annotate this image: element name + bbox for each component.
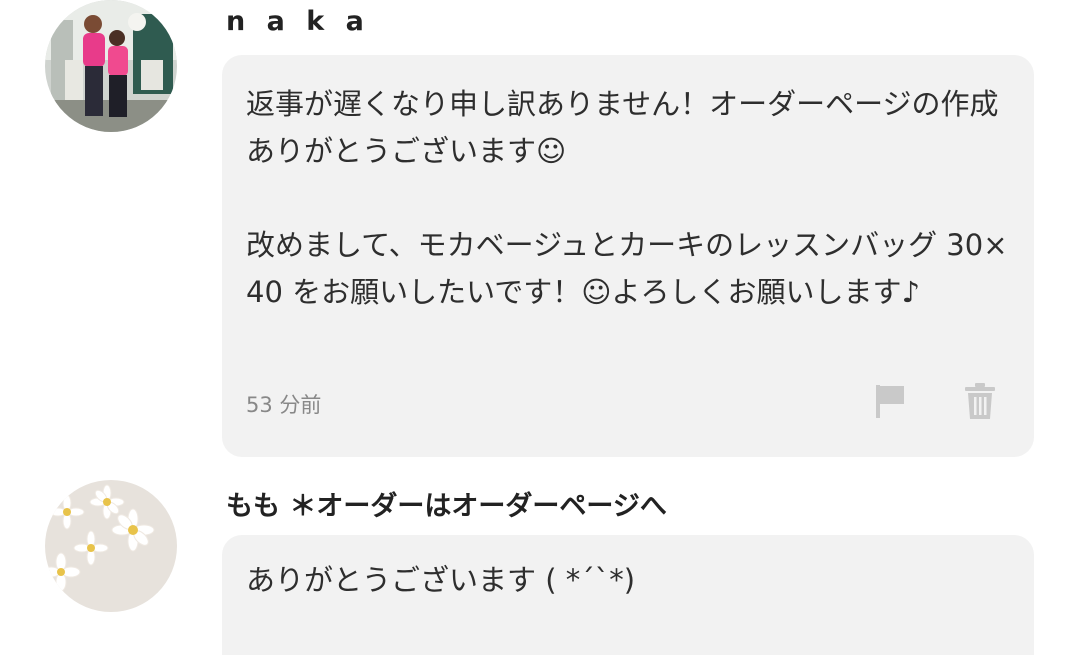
username[interactable]: もも ＊オーダーはオーダーページへ [226,484,667,523]
comment-bubble: 返事が遅くなり申し訳ありません！オーダーページの作成ありがとうございます☺ 改め… [222,55,1034,457]
avatar-photo [45,0,177,132]
avatar[interactable] [45,0,177,132]
delete-button[interactable] [960,381,1000,421]
avatar-photo [45,480,177,612]
avatar[interactable] [45,480,177,612]
report-button[interactable] [870,381,910,421]
trash-icon [965,383,995,419]
timestamp: 53 分前 [246,393,322,417]
comment-item: n a k a 返事が遅くなり申し訳ありません！オーダーページの作成ありがとうご… [0,0,1080,470]
comment-bubble: ありがとうございます ( *´`*) [222,535,1034,655]
comment-item: もも ＊オーダーはオーダーページへ ありがとうございます ( *´`*) [0,470,1080,655]
comment-text: 返事が遅くなり申し訳ありません！オーダーページの作成ありがとうございます☺ 改め… [246,87,1008,309]
comment-text: ありがとうございます ( *´`*) [246,563,636,597]
username[interactable]: n a k a [226,6,370,37]
flag-icon [876,385,904,418]
